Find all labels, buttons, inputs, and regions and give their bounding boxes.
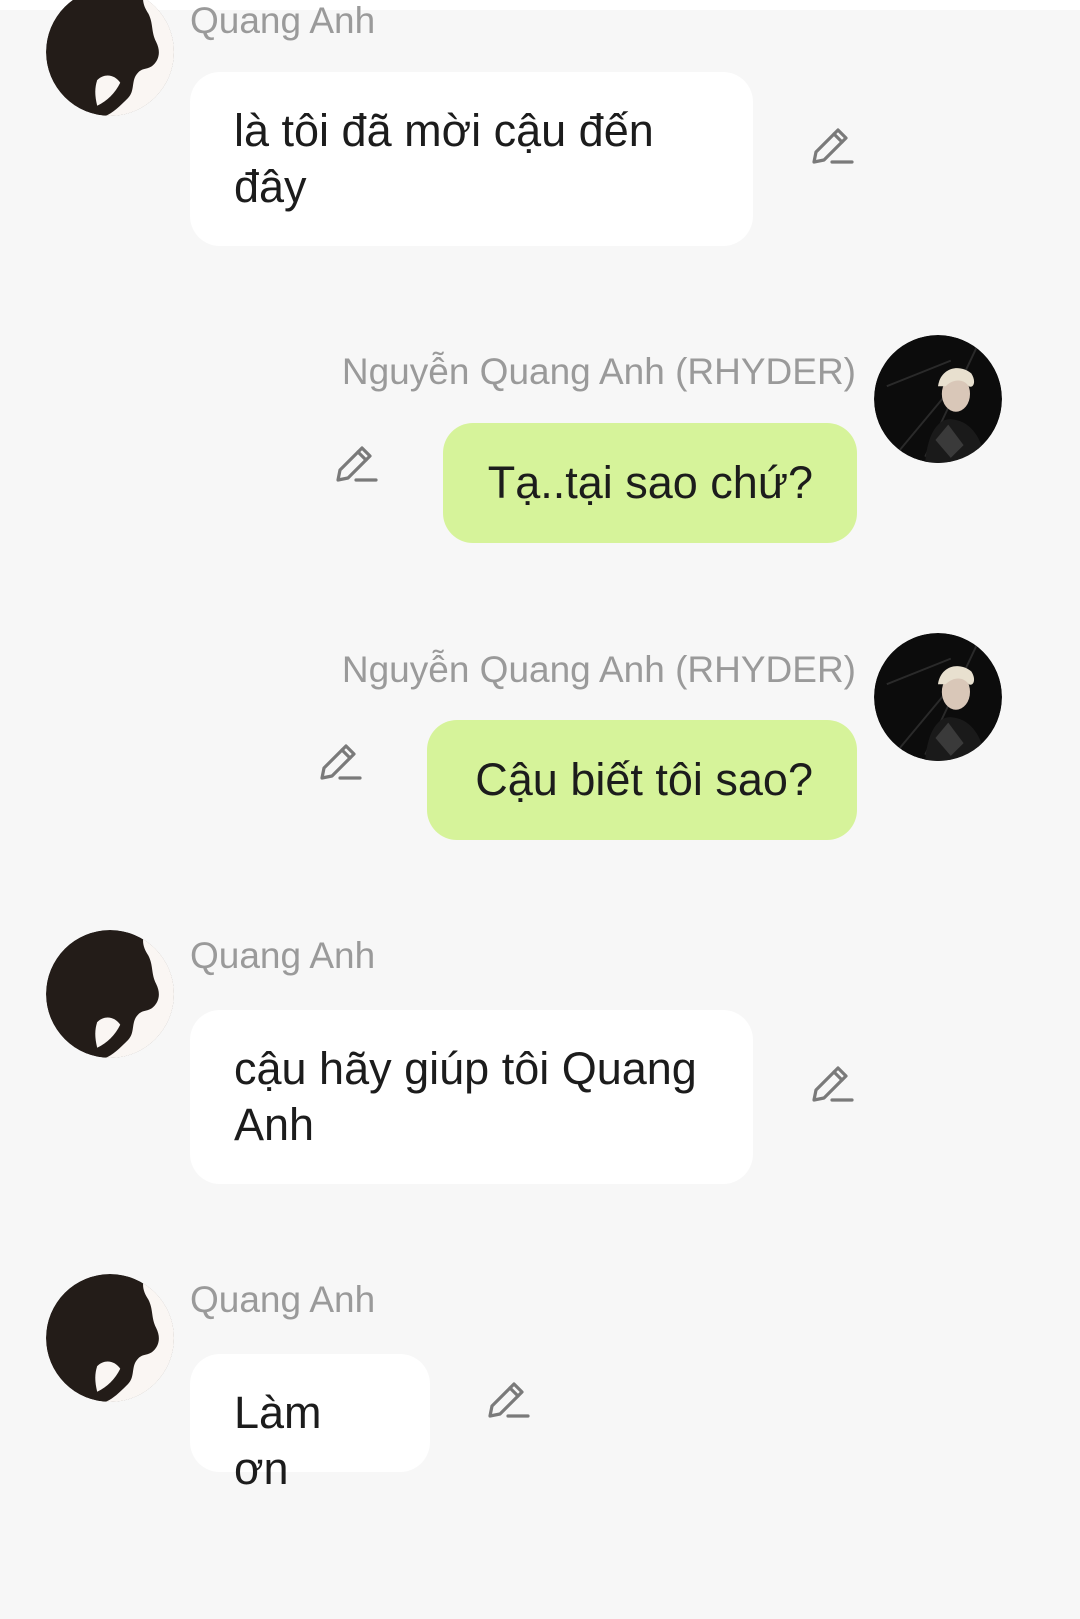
photo-avatar[interactable] xyxy=(874,335,1002,463)
edit-icon[interactable] xyxy=(316,738,364,786)
sender-name: Nguyễn Quang Anh (RHYDER) xyxy=(341,649,856,690)
message-bubble[interactable]: cậu hãy giúp tôi Quang Anh xyxy=(190,1010,753,1184)
silhouette-avatar[interactable] xyxy=(46,1274,174,1402)
message-bubble[interactable]: Làm ơn xyxy=(190,1354,430,1494)
sender-name: Quang Anh xyxy=(190,1279,376,1320)
message-text: là tôi đã mời cậu đến đây xyxy=(234,105,654,212)
silhouette-avatar[interactable] xyxy=(46,0,174,116)
chat-thread[interactable]: Quang Anh là tôi đã mời cậu đến đây Nguy… xyxy=(0,0,1080,1619)
sender-name: Quang Anh xyxy=(190,935,376,976)
edit-icon[interactable] xyxy=(808,1060,856,1108)
silhouette-avatar[interactable] xyxy=(46,930,174,1058)
sender-name: Nguyễn Quang Anh (RHYDER) xyxy=(341,351,856,392)
message-text: Tạ..tại sao chứ? xyxy=(487,457,813,508)
message-bubble[interactable]: Cậu biết tôi sao? xyxy=(427,720,857,840)
photo-avatar[interactable] xyxy=(874,633,1002,761)
edit-icon[interactable] xyxy=(332,440,380,488)
message-bubble[interactable]: Tạ..tại sao chứ? xyxy=(443,423,857,543)
edit-icon[interactable] xyxy=(808,122,856,170)
sender-name: Quang Anh xyxy=(190,0,376,41)
message-text: Làm ơn xyxy=(234,1387,322,1494)
message-bubble[interactable]: là tôi đã mời cậu đến đây xyxy=(190,72,753,246)
message-text: cậu hãy giúp tôi Quang Anh xyxy=(234,1043,697,1150)
edit-icon[interactable] xyxy=(484,1376,532,1424)
message-text: Cậu biết tôi sao? xyxy=(475,754,813,805)
